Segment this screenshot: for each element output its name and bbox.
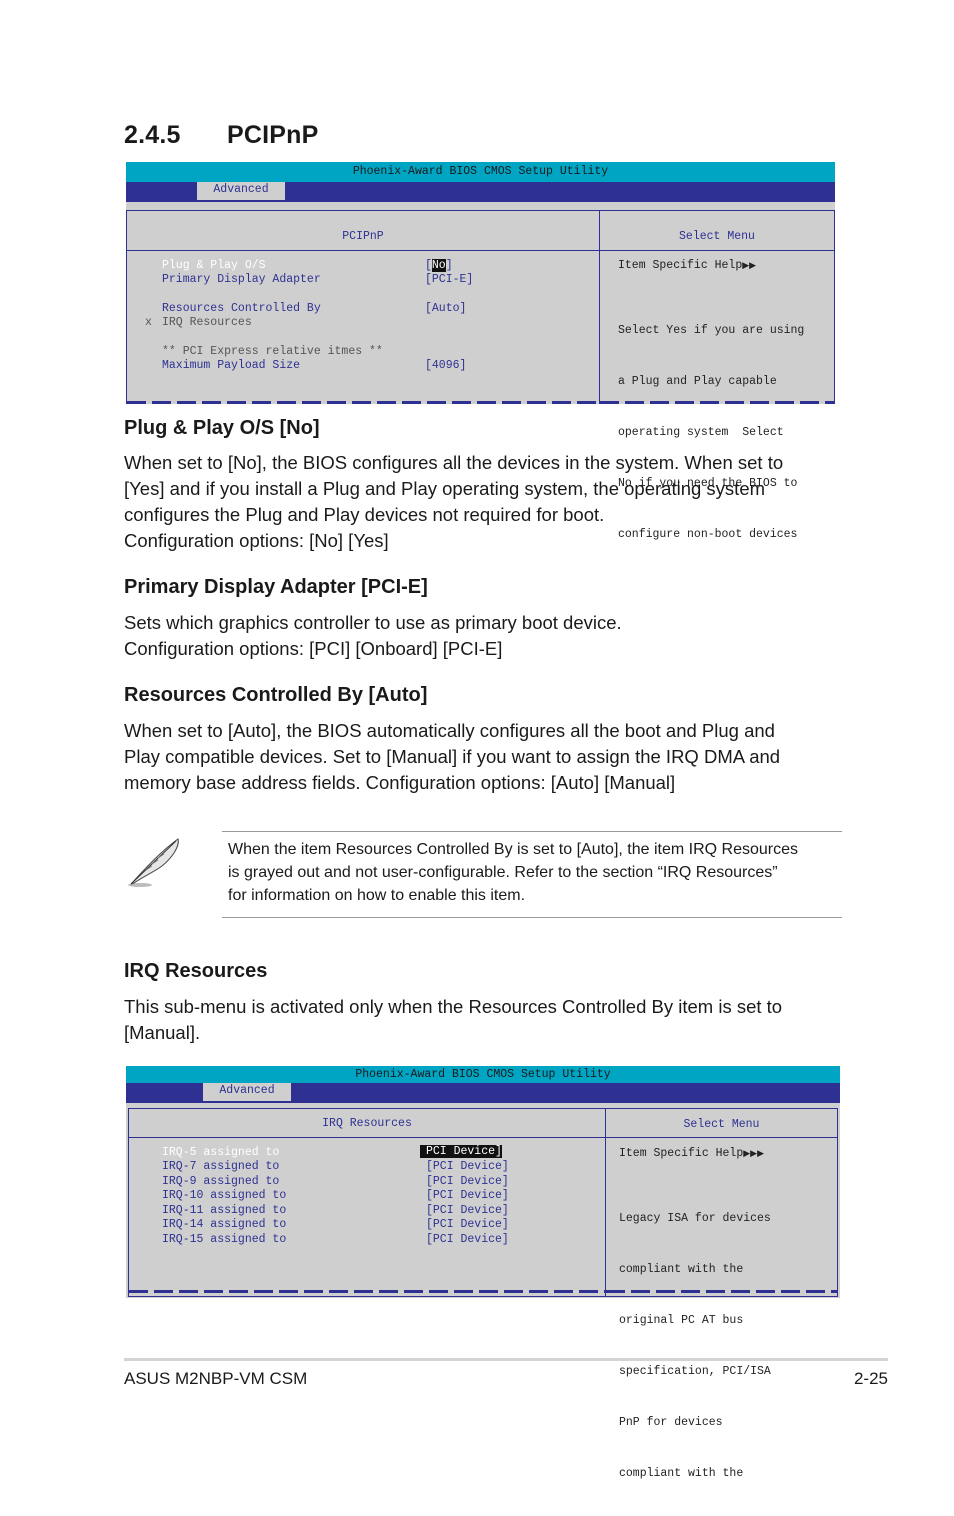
bios-main-frame: IRQ Resources IRQ-5 assigned to PCI Devi… bbox=[128, 1108, 838, 1480]
value-irq-10[interactable]: [PCI Device] bbox=[426, 1189, 509, 1202]
panel-title: PCIPnP bbox=[127, 211, 599, 251]
value-irq-9[interactable]: [PCI Device] bbox=[426, 1175, 509, 1188]
footer-product-name: ASUS M2NBP-VM CSM bbox=[124, 1369, 308, 1388]
paragraph-irq-resources: This sub-menu is activated only when the… bbox=[124, 996, 783, 1043]
section-heading: 2.4.5 PCIPnP bbox=[124, 121, 319, 150]
heading-plug-play-os: Plug & Play O/S [No] bbox=[124, 417, 320, 439]
settings-panel: IRQ Resources IRQ-5 assigned to PCI Devi… bbox=[129, 1109, 605, 1297]
bottom-border bbox=[127, 401, 599, 404]
paragraph-resources-controlled-by: When set to [Auto], the BIOS automatical… bbox=[124, 720, 781, 793]
value-primary-display-adapter[interactable]: [PCI-E] bbox=[425, 273, 473, 286]
help-panel-title: Select Menu bbox=[600, 211, 834, 251]
double-arrow-icon: ▶▶ bbox=[742, 261, 757, 271]
help-panel: Select Menu Item Specific Help▶▶▶ Legacy… bbox=[605, 1109, 837, 1480]
menu-item-primary-display-adapter[interactable]: Primary Display Adapter bbox=[162, 273, 321, 286]
menu-item-irq-5[interactable]: IRQ-5 assigned to bbox=[162, 1146, 279, 1159]
panel-title: IRQ Resources bbox=[129, 1109, 605, 1138]
help-heading: Item Specific Help▶▶ bbox=[618, 259, 757, 272]
bios-menu-bar: Advanced bbox=[126, 1083, 840, 1103]
triple-arrow-icon: ▶▶▶ bbox=[743, 1149, 764, 1159]
bios-menu-bar: Advanced bbox=[126, 182, 835, 202]
help-heading: Item Specific Help▶▶▶ bbox=[619, 1147, 764, 1160]
value-irq-5[interactable]: PCI Device] bbox=[420, 1145, 502, 1158]
menu-item-irq-7[interactable]: IRQ-7 assigned to bbox=[162, 1160, 279, 1173]
help-panel: Select Menu Item Specific Help▶▶ Select … bbox=[599, 211, 834, 541]
value-irq-7[interactable]: [PCI Device] bbox=[426, 1160, 509, 1173]
note-divider-top bbox=[222, 831, 842, 832]
pci-express-section-label: ** PCI Express relative itmes ** bbox=[162, 345, 383, 358]
menu-item-irq-resources: IRQ Resources bbox=[162, 316, 252, 329]
help-text: Legacy ISA for devices compliant with th… bbox=[619, 1212, 771, 1480]
heading-primary-display-adapter: Primary Display Adapter [PCI-E] bbox=[124, 576, 428, 598]
menu-item-plug-play-os[interactable]: Plug & Play O/S bbox=[162, 259, 266, 272]
disabled-marker: x bbox=[145, 316, 152, 329]
menu-item-irq-9[interactable]: IRQ-9 assigned to bbox=[162, 1175, 279, 1188]
note-divider-bottom bbox=[222, 917, 842, 918]
bios-screen-pcipnp: Phoenix-Award BIOS CMOS Setup Utility Ad… bbox=[126, 162, 835, 541]
paragraph-primary-display-adapter: Sets which graphics controller to use as… bbox=[124, 612, 622, 659]
bios-screen-irq-resources: Phoenix-Award BIOS CMOS Setup Utility Ad… bbox=[126, 1066, 840, 1480]
menu-item-maximum-payload-size[interactable]: Maximum Payload Size bbox=[162, 359, 300, 372]
value-maximum-payload-size[interactable]: [4096] bbox=[425, 359, 466, 372]
bottom-border bbox=[129, 1290, 605, 1293]
bottom-border bbox=[600, 401, 834, 404]
menu-item-irq-15[interactable]: IRQ-15 assigned to bbox=[162, 1233, 286, 1246]
value-irq-11[interactable]: [PCI Device] bbox=[426, 1204, 509, 1217]
menu-item-resources-controlled-by[interactable]: Resources Controlled By bbox=[162, 302, 321, 315]
settings-panel: PCIPnP Plug & Play O/S [No] Primary Disp… bbox=[127, 211, 599, 404]
help-panel-title: Select Menu bbox=[606, 1109, 837, 1138]
bottom-border bbox=[606, 1290, 837, 1293]
feather-pen-icon bbox=[126, 836, 184, 892]
value-irq-15[interactable]: [PCI Device] bbox=[426, 1233, 509, 1246]
menu-item-irq-11[interactable]: IRQ-11 assigned to bbox=[162, 1204, 286, 1217]
tab-advanced[interactable]: Advanced bbox=[197, 182, 285, 200]
bios-main-frame: PCIPnP Plug & Play O/S [No] Primary Disp… bbox=[126, 210, 835, 541]
tab-advanced[interactable]: Advanced bbox=[203, 1083, 291, 1101]
menu-item-irq-14[interactable]: IRQ-14 assigned to bbox=[162, 1218, 286, 1231]
bios-title-bar: Phoenix-Award BIOS CMOS Setup Utility bbox=[126, 1066, 840, 1083]
heading-resources-controlled-by: Resources Controlled By [Auto] bbox=[124, 684, 428, 706]
section-title: PCIPnP bbox=[227, 121, 319, 149]
value-resources-controlled-by[interactable]: [Auto] bbox=[425, 302, 466, 315]
value-irq-14[interactable]: [PCI Device] bbox=[426, 1218, 509, 1231]
value-plug-play-os[interactable]: [No] bbox=[425, 259, 453, 272]
note-text: When the item Resources Controlled By is… bbox=[228, 841, 799, 904]
footer-page-number: 2-25 bbox=[853, 1369, 888, 1388]
menu-item-irq-10[interactable]: IRQ-10 assigned to bbox=[162, 1189, 286, 1202]
bios-title-bar: Phoenix-Award BIOS CMOS Setup Utility bbox=[126, 162, 835, 182]
heading-irq-resources: IRQ Resources bbox=[124, 960, 268, 982]
section-number: 2.4.5 bbox=[124, 121, 181, 149]
footer-divider bbox=[124, 1358, 888, 1361]
paragraph-plug-play-os: When set to [No], the BIOS configures al… bbox=[124, 452, 784, 551]
